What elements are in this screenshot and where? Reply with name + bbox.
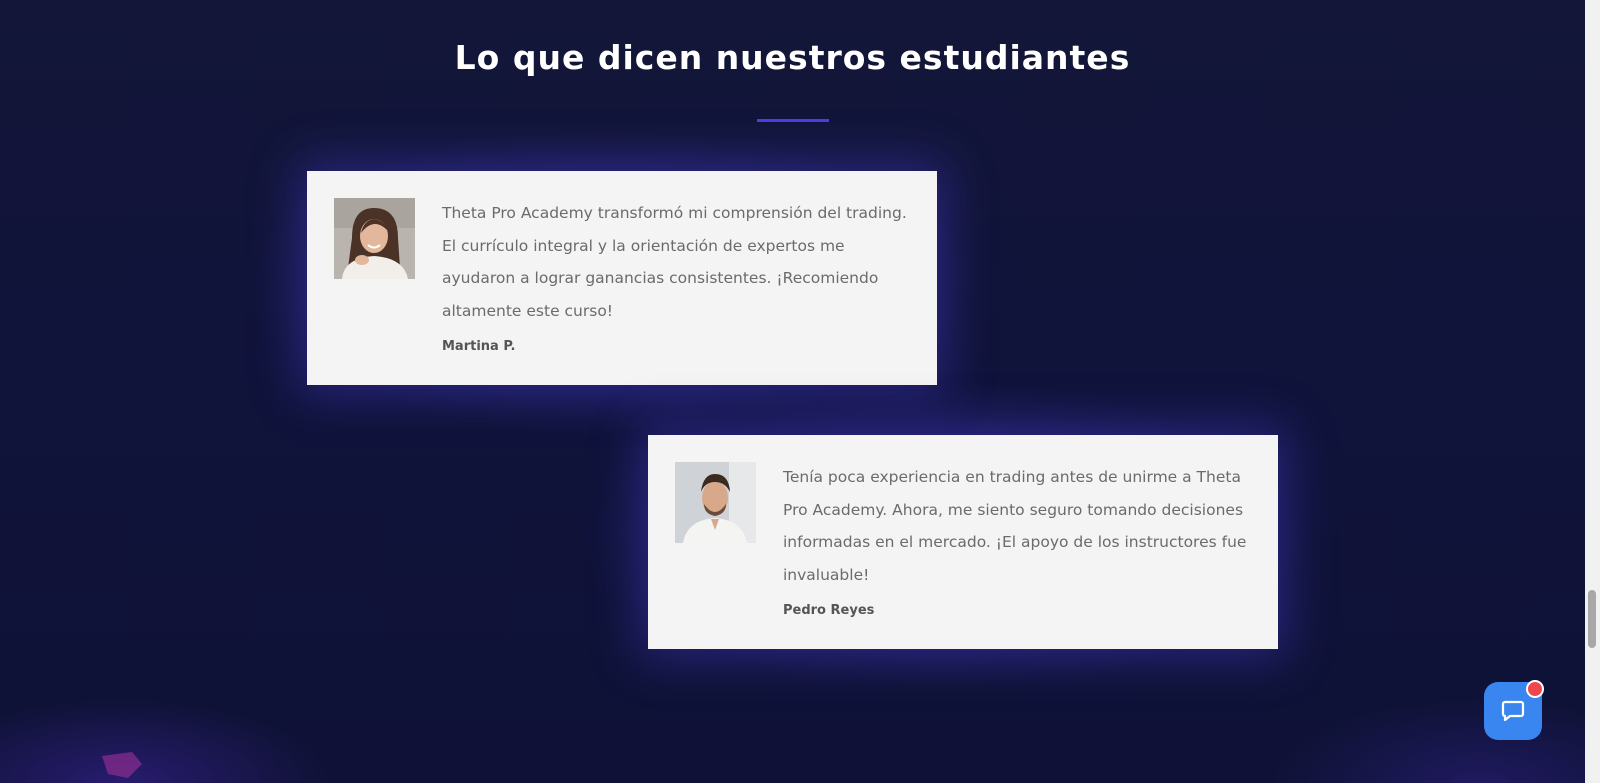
man-portrait-image (675, 462, 756, 543)
testimonial-author: Martina P. (442, 339, 516, 354)
testimonial-card: Tenía poca experiencia en trading antes … (648, 435, 1278, 649)
title-divider (757, 119, 829, 122)
scrollbar-track[interactable] (1585, 0, 1600, 783)
decorative-shape (102, 752, 142, 778)
section-title: Lo que dicen nuestros estudiantes (454, 38, 1131, 77)
testimonial-author: Pedro Reyes (783, 603, 875, 618)
testimonial-quote: Tenía poca experiencia en trading antes … (783, 468, 1247, 584)
scrollbar-thumb[interactable] (1588, 590, 1596, 648)
testimonials-section: Lo que dicen nuestros estudiantes Theta … (0, 0, 1585, 783)
woman-portrait-image (334, 198, 415, 279)
chat-bubble-icon (1501, 700, 1525, 722)
student-avatar (675, 462, 756, 543)
testimonial-card: Theta Pro Academy transformó mi comprens… (307, 171, 937, 385)
student-avatar (334, 198, 415, 279)
notification-badge (1526, 680, 1544, 698)
testimonial-quote: Theta Pro Academy transformó mi comprens… (442, 204, 907, 320)
